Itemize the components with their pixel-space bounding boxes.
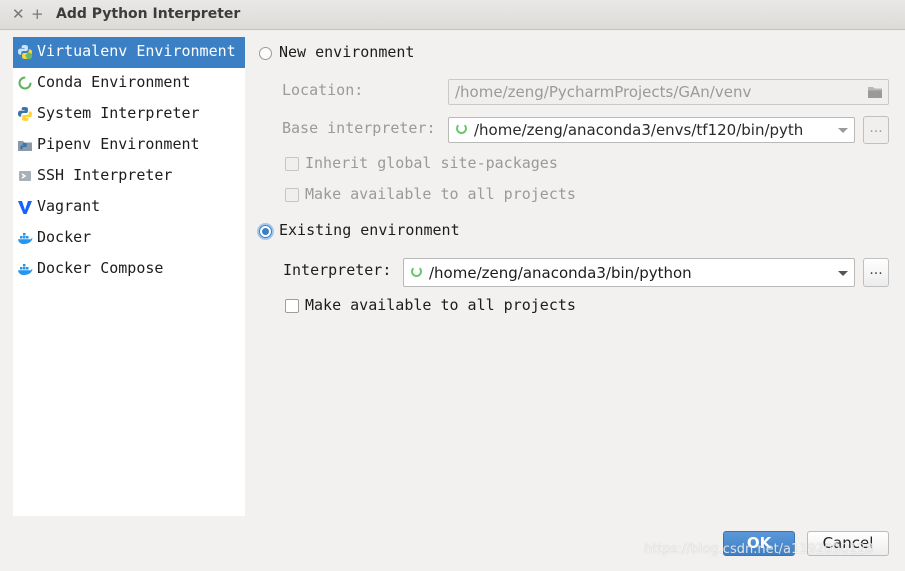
existing-env-make-available-checkbox[interactable] [285,299,299,313]
watermark: https://blog.csdn.net/a1192090128 [644,542,874,557]
sidebar-item-vagrant[interactable]: Vagrant [13,192,245,223]
inherit-site-packages-label: Inherit global site-packages [305,154,558,172]
base-interpreter-browse-button[interactable]: ... [863,116,889,144]
sidebar-item-label: Vagrant [37,197,101,215]
inherit-site-packages-checkbox[interactable] [285,157,299,171]
sidebar-item-label: System Interpreter [37,104,200,122]
sidebar-item-conda[interactable]: Conda Environment [13,68,245,99]
docker-compose-icon [18,264,33,275]
docker-icon [18,233,33,244]
sidebar-item-label: Conda Environment [37,73,191,91]
sidebar-item-docker-compose[interactable]: Docker Compose [13,254,245,285]
window-title: Add Python Interpreter [56,6,241,22]
base-interpreter-value: /home/zeng/anaconda3/envs/tf120/bin/pyth [474,121,804,139]
sidebar-item-pipenv[interactable]: Pipenv Environment [13,130,245,161]
sidebar-item-label: Pipenv Environment [37,135,200,153]
interpreter-label: Interpreter: [283,261,392,279]
conda-icon [18,76,32,90]
sidebar-item-label: SSH Interpreter [37,166,173,184]
sidebar-item-label: Docker Compose [37,259,164,277]
sidebar-item-label: Docker [37,228,92,246]
conda-icon [411,266,422,277]
vagrant-icon [18,201,32,214]
python-icon [18,107,32,121]
new-env-make-available-label: Make available to all projects [305,185,576,203]
location-value: /home/zeng/PycharmProjects/GAn/venv [455,83,752,101]
sidebar-item-docker[interactable]: Docker [13,223,245,254]
pipenv-icon [18,141,32,151]
folder-icon[interactable] [867,85,883,99]
base-interpreter-dropdown[interactable]: /home/zeng/anaconda3/envs/tf120/bin/pyth [448,117,855,143]
sidebar-item-virtualenv[interactable]: Virtualenv Environment [13,37,245,68]
chevron-down-icon [838,271,848,276]
interpreter-browse-button[interactable]: ... [863,258,889,287]
python-venv-icon [18,45,33,60]
interpreter-type-list: Virtualenv Environment Conda Environment… [13,37,245,516]
interpreter-value: /home/zeng/anaconda3/bin/python [429,264,692,282]
sidebar-item-ssh[interactable]: SSH Interpreter [13,161,245,192]
maximize-icon[interactable]: + [31,5,44,23]
existing-environment-label[interactable]: Existing environment [279,221,460,239]
location-label: Location: [282,81,364,99]
ssh-icon [19,171,31,181]
location-field[interactable]: /home/zeng/PycharmProjects/GAn/venv [448,79,889,105]
new-environment-radio[interactable] [259,47,272,60]
chevron-down-icon [838,128,848,133]
sidebar-item-label: Virtualenv Environment [37,42,236,60]
conda-icon [456,123,467,134]
new-environment-label[interactable]: New environment [279,43,414,61]
close-icon[interactable]: ✕ [12,5,25,23]
new-env-make-available-checkbox[interactable] [285,188,299,202]
existing-environment-radio[interactable] [259,225,272,238]
base-interpreter-label: Base interpreter: [282,119,436,137]
existing-env-make-available-label: Make available to all projects [305,296,576,314]
interpreter-dropdown[interactable]: /home/zeng/anaconda3/bin/python [403,258,855,287]
sidebar-item-system[interactable]: System Interpreter [13,99,245,130]
title-bar: ✕ + Add Python Interpreter [0,0,905,30]
